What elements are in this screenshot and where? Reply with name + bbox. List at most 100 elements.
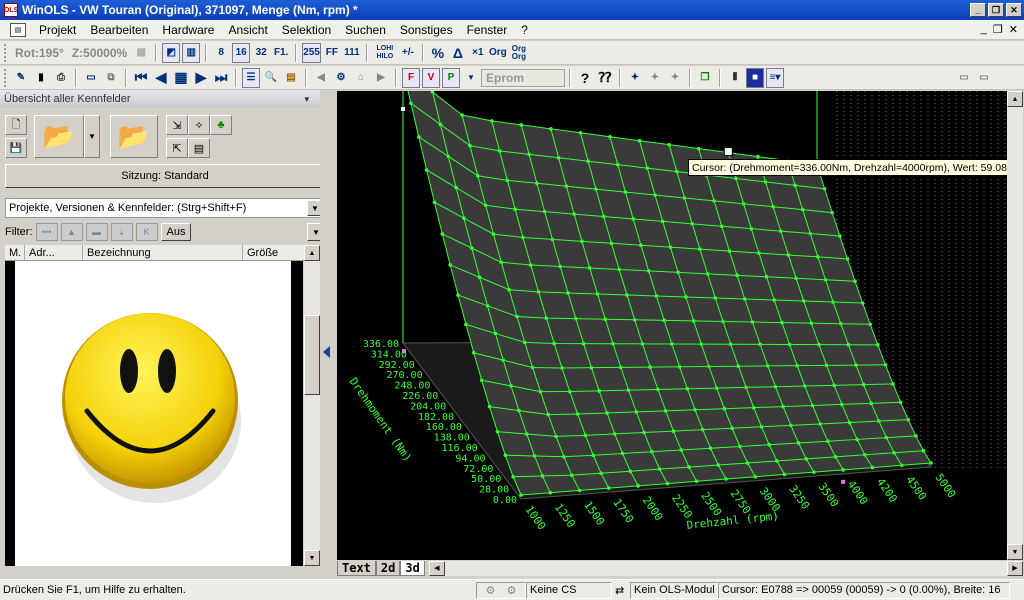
bit32-button[interactable]: 32 xyxy=(252,43,270,63)
map-list-scrollbar[interactable]: ▲ ▼ xyxy=(304,245,320,566)
zoom-field[interactable]: Z:50000% xyxy=(69,43,130,63)
close-button[interactable]: ✕ xyxy=(1006,3,1022,17)
panel-left-icon[interactable]: ▭ xyxy=(955,68,973,88)
factor-button[interactable]: ×1 xyxy=(469,43,487,63)
tab-3d[interactable]: 3d xyxy=(400,560,425,576)
open-menu-button[interactable]: ▼ xyxy=(84,115,100,158)
bin-button[interactable]: 111 xyxy=(343,43,361,63)
filter-dash-button[interactable]: ▬ xyxy=(85,223,108,241)
first-icon[interactable]: ⏮ xyxy=(132,68,150,88)
hex-button[interactable]: FF xyxy=(323,43,341,63)
scroll-right-icon[interactable]: ▶ xyxy=(1007,560,1023,576)
plot-3d-view[interactable]: 0.00 28.00 50.00 72.00 94.00 116.00 138.00 160.… xyxy=(337,91,1023,560)
export-button[interactable]: ⇱ xyxy=(166,138,188,158)
byte-order-button[interactable]: LOHI HILO xyxy=(373,43,397,63)
float-button[interactable]: F1. xyxy=(272,43,290,63)
map-list[interactable] xyxy=(5,261,303,566)
original-compare-button[interactable]: Org Org xyxy=(509,43,529,63)
list-view-icon[interactable]: ☰ xyxy=(242,67,260,88)
column-address[interactable]: Adr... xyxy=(25,245,83,260)
grid-view-icon[interactable]: ▦ xyxy=(132,43,150,63)
session-button[interactable]: Sitzung: Standard xyxy=(5,164,325,188)
window-icon[interactable]: ▭ xyxy=(82,68,100,88)
filter-triangle-button[interactable]: ▲ xyxy=(60,223,83,241)
original-button[interactable]: Org xyxy=(489,43,507,63)
import-button[interactable]: ⇲ xyxy=(166,115,188,135)
save-project-button[interactable]: 💾 xyxy=(5,138,27,158)
tools-button[interactable]: ✧ xyxy=(188,115,210,135)
mdi-close-icon[interactable]: ✕ xyxy=(1009,23,1018,36)
view-mode-icon[interactable]: ◩ xyxy=(162,42,181,63)
menu-help[interactable]: ? xyxy=(514,23,535,37)
p-button[interactable]: P xyxy=(442,67,460,88)
mdi-minimize-icon[interactable]: _ xyxy=(981,23,987,36)
menu-hardware[interactable]: Hardware xyxy=(155,23,221,37)
chevron-down-icon[interactable]: ▼ xyxy=(303,95,311,104)
eprom-field[interactable]: Eprom xyxy=(481,68,565,87)
panel-right-icon[interactable]: ▭ xyxy=(975,68,993,88)
delta-button[interactable]: Δ xyxy=(449,43,467,63)
properties-button[interactable]: ▤ xyxy=(188,138,210,158)
open-recent-button[interactable]: 📂 xyxy=(110,115,158,158)
menu-sonstiges[interactable]: Sonstiges xyxy=(393,23,460,37)
column-size[interactable]: Größe xyxy=(243,245,305,260)
chevron-down-icon[interactable]: ▼ xyxy=(462,68,480,88)
bit16-button[interactable]: 16 xyxy=(232,42,251,63)
home-icon[interactable]: ⌂ xyxy=(352,68,370,88)
toolbar-grip[interactable] xyxy=(4,68,8,87)
scroll-down-icon[interactable]: ▼ xyxy=(304,550,320,566)
plot-scrollbar[interactable]: ▲ ▼ xyxy=(1007,91,1023,560)
scroll-up-icon[interactable]: ▲ xyxy=(1007,91,1023,107)
windows-icon[interactable]: ❐ xyxy=(696,68,714,88)
tools-icon[interactable]: ✎ xyxy=(12,68,30,88)
bar-icon[interactable]: ⫴ xyxy=(726,68,744,88)
bit8-button[interactable]: 8 xyxy=(212,43,230,63)
open-project-button[interactable]: 📂 xyxy=(34,115,84,158)
scroll-left-icon[interactable]: ◀ xyxy=(428,560,445,576)
next-icon[interactable]: ▶ xyxy=(192,68,210,88)
context-help-icon[interactable]: ⁇ xyxy=(596,68,614,88)
menu-fenster[interactable]: Fenster xyxy=(460,23,515,37)
menu-selektion[interactable]: Selektion xyxy=(275,23,338,37)
new-project-button[interactable]: 🗋 xyxy=(5,115,27,135)
prev-icon[interactable]: ◀ xyxy=(152,68,170,88)
tree-button[interactable]: ♣ xyxy=(210,115,232,135)
menu-bearbeiten[interactable]: Bearbeiten xyxy=(83,23,155,37)
search-icon[interactable]: 🔍 xyxy=(262,68,280,88)
network-icon[interactable]: ⚙ xyxy=(332,68,350,88)
hex-view-icon[interactable]: ▥ xyxy=(182,42,201,63)
back-icon[interactable]: ◀ xyxy=(312,68,330,88)
mdi-restore-icon[interactable]: ❐ xyxy=(993,23,1003,36)
tab-2d[interactable]: 2d xyxy=(375,560,401,576)
scroll-thumb[interactable] xyxy=(304,315,320,395)
scroll-icon[interactable]: ▤ xyxy=(282,68,300,88)
table-icon[interactable]: ▦ xyxy=(172,68,190,88)
panel-splitter[interactable] xyxy=(320,90,334,578)
filter-k-button[interactable]: K xyxy=(135,223,158,241)
rotation-field[interactable]: Rot:195° xyxy=(12,43,67,63)
filter-dots-button[interactable]: ••• xyxy=(35,223,58,241)
f-button[interactable]: F xyxy=(402,67,420,88)
copy-icon[interactable]: ⧉ xyxy=(102,68,120,88)
menu-suchen[interactable]: Suchen xyxy=(338,23,393,37)
scroll-up-icon[interactable]: ▲ xyxy=(304,245,320,261)
collapse-left-icon[interactable] xyxy=(323,346,330,358)
last-icon[interactable]: ⏭ xyxy=(212,68,230,88)
wizard-icon[interactable]: ✦ xyxy=(626,68,644,88)
dec-button[interactable]: 255 xyxy=(302,42,321,63)
chip-icon[interactable]: ▮ xyxy=(32,68,50,88)
search-combo[interactable]: Projekte, Versionen & Kennfelder: (Strg+… xyxy=(5,198,325,218)
plot-hscrollbar[interactable]: ◀ ▶ xyxy=(428,560,1023,576)
filter-off-button[interactable]: Aus xyxy=(160,223,192,241)
minimize-button[interactable]: _ xyxy=(970,3,986,17)
v-button[interactable]: V xyxy=(422,67,440,88)
column-m[interactable]: M. xyxy=(5,245,25,260)
column-name[interactable]: Bezeichnung xyxy=(83,245,243,260)
wizard3-icon[interactable]: ✦ xyxy=(666,68,684,88)
wizard2-icon[interactable]: ✦ xyxy=(646,68,664,88)
menu-ansicht[interactable]: Ansicht xyxy=(221,23,274,37)
sign-button[interactable]: +/- xyxy=(399,43,417,63)
tab-text[interactable]: Text xyxy=(337,560,376,576)
help-icon[interactable]: ? xyxy=(576,68,594,88)
percent-button[interactable]: % xyxy=(429,43,447,63)
